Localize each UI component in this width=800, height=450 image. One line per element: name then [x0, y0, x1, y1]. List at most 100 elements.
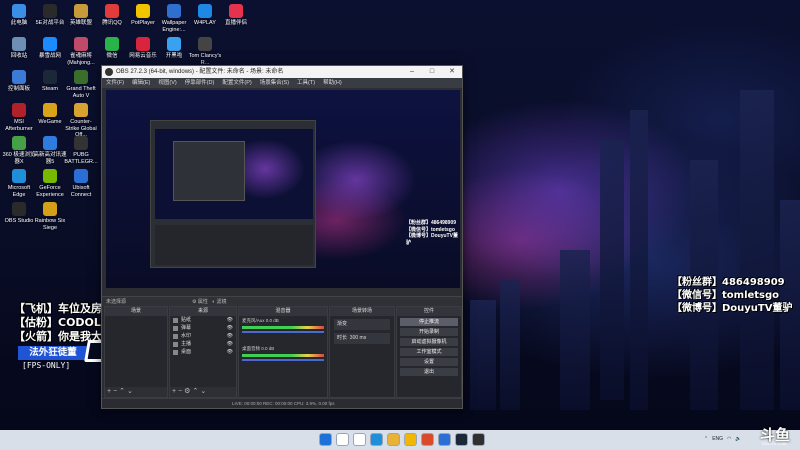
obs-menu-item[interactable]: 停靠部件(D)	[185, 78, 215, 88]
desktop-icon[interactable]: 高新高对讯速 器5	[33, 136, 67, 165]
obs-window[interactable]: OBS 27.2.3 (64-bit, windows) - 配置文件: 未命名…	[101, 65, 463, 409]
desktop-icon[interactable]: 直播伴侣	[219, 4, 253, 27]
visibility-eye-icon[interactable]: 👁	[227, 324, 233, 332]
desktop-icon[interactable]: 网易云音乐	[126, 37, 160, 60]
desktop-icon-label: Steam	[42, 86, 58, 92]
source-item[interactable]: 主播 👁	[170, 340, 236, 348]
chrome-icon[interactable]	[387, 433, 400, 446]
desktop-icon[interactable]: W4PLAY	[188, 4, 222, 27]
source-item[interactable]: 贴纸 👁	[170, 316, 236, 324]
desktop-icon[interactable]: Microsoft Edge	[2, 169, 36, 198]
volume-slider[interactable]	[242, 359, 324, 361]
wifi-icon[interactable]: ◠	[727, 433, 731, 446]
duration-label: 时长	[337, 335, 348, 341]
edge-icon[interactable]	[370, 433, 383, 446]
desktop-icon[interactable]: 控制面板	[2, 70, 36, 93]
visibility-eye-icon[interactable]: 👁	[227, 340, 233, 348]
control-button[interactable]: 启动虚拟摄像机	[400, 338, 458, 346]
desktop-icon[interactable]: WeGame	[33, 103, 67, 126]
desktop-icon[interactable]: PotPlayer	[126, 4, 160, 27]
windows-start-icon[interactable]	[319, 433, 332, 446]
control-button[interactable]: 开始录制	[400, 328, 458, 336]
desktop-icon[interactable]: Rainbow Six Siege	[33, 202, 67, 231]
control-button[interactable]: 工作室模式	[400, 348, 458, 356]
steam-icon[interactable]	[455, 433, 468, 446]
obs-menu-item[interactable]: 文件(F)	[106, 78, 124, 88]
control-button[interactable]: 退出	[400, 368, 458, 376]
desktop-icon[interactable]: GeForce Experience	[33, 169, 67, 198]
app-icon	[43, 103, 57, 117]
office-icon[interactable]	[421, 433, 434, 446]
desktop-icon[interactable]: OBS Studio	[2, 202, 36, 225]
app-icon	[12, 136, 26, 150]
input-language[interactable]: ENG	[712, 433, 723, 446]
transitions-dock: 场景转场 渐变 时长 300 ms	[329, 306, 395, 398]
maximize-button[interactable]: □	[422, 66, 442, 78]
control-button[interactable]: 停止推流	[400, 318, 458, 326]
transition-duration[interactable]: 时长 300 ms	[334, 333, 390, 344]
obs-menu-item[interactable]: 编辑(E)	[132, 78, 150, 88]
properties-button[interactable]: ⚙ 属性	[192, 299, 208, 305]
desktop-icon[interactable]: MSI Afterburner	[2, 103, 36, 132]
search-icon[interactable]	[336, 433, 349, 446]
app-icon	[136, 37, 150, 51]
control-button[interactable]: 设置	[400, 358, 458, 366]
desktop-icon[interactable]: Grand Theft Auto V	[64, 70, 98, 99]
mixer-track: 麦克风/Aux 0.0 dB	[239, 316, 327, 344]
obs-menu-item[interactable]: 工具(T)	[297, 78, 315, 88]
obs-menu-item[interactable]: 配置文件(P)	[222, 78, 251, 88]
tray-chevron-icon[interactable]: ⌃	[704, 433, 708, 446]
file-explorer-icon[interactable]	[404, 433, 417, 446]
desktop-icon[interactable]: 英雄联盟	[64, 4, 98, 27]
desktop-icon[interactable]: Counter-Strike Global Off...	[64, 103, 98, 139]
desktop-icon[interactable]: 腾讯QQ	[95, 4, 129, 27]
desktop-icon-label: 腾讯QQ	[102, 20, 122, 26]
desktop-icon[interactable]: 此电脑	[2, 4, 36, 27]
overlay-contact-info: 【粉丝群】486498909 【微信号】tomletsgo 【微博号】Douyu…	[672, 276, 793, 315]
minimize-button[interactable]: –	[402, 66, 422, 78]
obs-menu-item[interactable]: 场景集合(S)	[260, 78, 289, 88]
visibility-eye-icon[interactable]: 👁	[227, 316, 233, 324]
obs-menu-item[interactable]: 视图(V)	[158, 78, 176, 88]
obs-icon[interactable]	[472, 433, 485, 446]
desktop-icon[interactable]: PUBG BATTLEGR...	[64, 136, 98, 165]
volume-icon[interactable]: 🔈	[735, 433, 741, 446]
obs-title-bar[interactable]: OBS 27.2.3 (64-bit, windows) - 配置文件: 未命名…	[102, 66, 462, 78]
obs-menu-item[interactable]: 帮助(H)	[323, 78, 342, 88]
desktop-icon[interactable]: Steam	[33, 70, 67, 93]
app-icon	[74, 37, 88, 51]
desktop-icon-label: W4PLAY	[194, 20, 216, 26]
visibility-eye-icon[interactable]: 👁	[227, 332, 233, 340]
desktop-icon[interactable]: 微信	[95, 37, 129, 60]
store-icon[interactable]	[438, 433, 451, 446]
sources-toolbar[interactable]: +−⚙⌃⌄	[170, 387, 236, 397]
desktop-icon[interactable]: 360 极速浏览器X	[2, 136, 36, 165]
desktop-icon[interactable]: 5E对战平台	[33, 4, 67, 27]
source-item[interactable]: 桌面 👁	[170, 348, 236, 356]
desktop-icon[interactable]: Tom Clancy's R...	[188, 37, 222, 66]
mixer-track-label: 桌面音频 0.0 dB	[242, 346, 275, 351]
scenes-toolbar[interactable]: +−⌃⌄	[105, 387, 167, 397]
desktop-icon[interactable]: Ubisoft Connect	[64, 169, 98, 198]
source-item[interactable]: 水印 👁	[170, 332, 236, 340]
visibility-eye-icon[interactable]: 👁	[227, 348, 233, 356]
close-button[interactable]: ✕	[442, 66, 462, 78]
desktop-icon-label: OBS Studio	[4, 218, 34, 224]
controls-dock: 控件 停止推流 开始录制 启动虚拟摄像机 工作室模式 设置 退出	[396, 306, 462, 398]
source-item[interactable]: 弹幕 👁	[170, 324, 236, 332]
obs-preview-canvas[interactable]: 【粉丝群】486498909 【微信号】tomletsgo 【微博号】Douyu…	[106, 90, 460, 288]
task-view-icon[interactable]	[353, 433, 366, 446]
desktop-icon-label: GeForce Experience	[36, 185, 64, 198]
volume-slider[interactable]	[242, 331, 324, 333]
source-name: 主播	[181, 341, 192, 347]
desktop-icon[interactable]: 雀魂麻将 (Mahjong...	[64, 37, 98, 66]
desktop-icon[interactable]: 开黑啦	[157, 37, 191, 60]
desktop-icon-label: MSI Afterburner	[5, 119, 33, 132]
filters-button[interactable]: ◐ 滤镜	[212, 299, 226, 305]
desktop-icon[interactable]: 回收站	[2, 37, 36, 60]
desktop-icon[interactable]: Wallpaper Engine:...	[157, 4, 191, 33]
desktop-icon[interactable]: 暴雪战网	[33, 37, 67, 60]
transition-select[interactable]: 渐变	[334, 319, 390, 330]
desktop-icon-label: 微信	[106, 53, 118, 59]
mixer-track-list: 麦克风/Aux 0.0 dB 桌面音频 0.0 dB	[239, 316, 327, 372]
